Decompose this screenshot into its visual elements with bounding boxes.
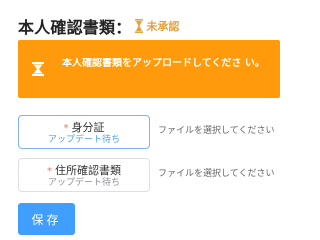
title-row: 本人確認書類： 未承認 (18, 14, 179, 38)
page-title: 本人確認書類： (18, 18, 132, 37)
identity-verification-panel: 本人確認書類： 未承認 本人確認書類をアップロードしてくださ い。 * 身分証 ア… (0, 0, 300, 240)
hourglass-icon (135, 19, 144, 33)
document-status: アップデート待ち (47, 178, 120, 188)
document-status: アップデート待ち (47, 135, 120, 145)
address-document-upload-button[interactable]: * 住所確認書類 アップデート待ち (18, 158, 150, 192)
file-placeholder[interactable]: ファイルを選択してください (158, 166, 298, 179)
document-label: 住所確認書類 (55, 164, 121, 177)
save-button[interactable]: 保存 (18, 203, 75, 235)
required-mark: * (63, 123, 69, 134)
upload-notice-banner: 本人確認書類をアップロードしてくださ い。 (18, 40, 280, 98)
id-document-upload-button[interactable]: * 身分証 アップデート待ち (18, 115, 150, 149)
file-placeholder[interactable]: ファイルを選択してください (158, 123, 298, 136)
banner-message: 本人確認書類をアップロードしてくださ い。 (62, 58, 265, 69)
document-label: 身分証 (71, 121, 105, 134)
required-mark: * (47, 166, 52, 177)
status-badge: 未承認 (146, 20, 180, 33)
hourglass-icon (32, 62, 44, 76)
